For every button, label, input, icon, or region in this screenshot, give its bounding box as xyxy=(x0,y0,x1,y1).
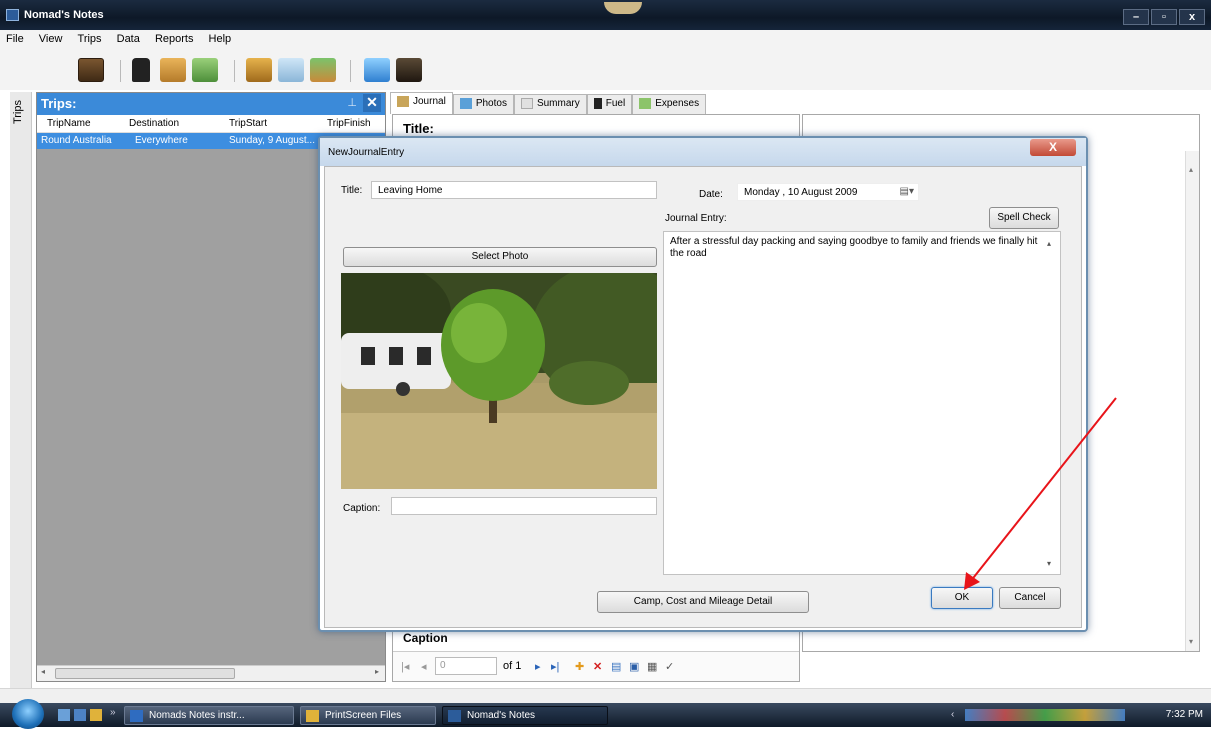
folder-icon xyxy=(306,710,319,722)
annotation-arrow xyxy=(964,397,1117,590)
quicklaunch-more-icon[interactable]: » xyxy=(110,707,116,718)
clock[interactable]: 7:32 PM xyxy=(1166,709,1203,720)
taskbar: » Nomads Notes instr... PrintScreen File… xyxy=(0,699,1211,729)
taskbar-item-label: Nomads Notes instr... xyxy=(149,710,245,721)
quicklaunch-ie-icon[interactable] xyxy=(74,709,86,721)
tray-expand-icon[interactable]: ‹ xyxy=(951,709,954,720)
start-button[interactable] xyxy=(12,699,44,729)
word-icon xyxy=(130,710,143,722)
taskbar-item-nomads-notes[interactable]: Nomad's Notes xyxy=(442,706,608,725)
arrow-head xyxy=(964,572,980,590)
arrow-line xyxy=(969,397,1117,583)
tray-icons[interactable] xyxy=(965,709,1125,721)
taskbar-item-label: PrintScreen Files xyxy=(325,710,402,721)
nomads-notes-icon xyxy=(448,710,461,722)
system-tray: ‹ 7:32 PM xyxy=(921,703,1211,727)
quicklaunch-desktop-icon[interactable] xyxy=(58,709,70,721)
taskbar-item-printscreen[interactable]: PrintScreen Files xyxy=(300,706,436,725)
taskbar-item-instructions[interactable]: Nomads Notes instr... xyxy=(124,706,294,725)
quicklaunch-folder-icon[interactable] xyxy=(90,709,102,721)
taskbar-item-label: Nomad's Notes xyxy=(467,710,536,721)
